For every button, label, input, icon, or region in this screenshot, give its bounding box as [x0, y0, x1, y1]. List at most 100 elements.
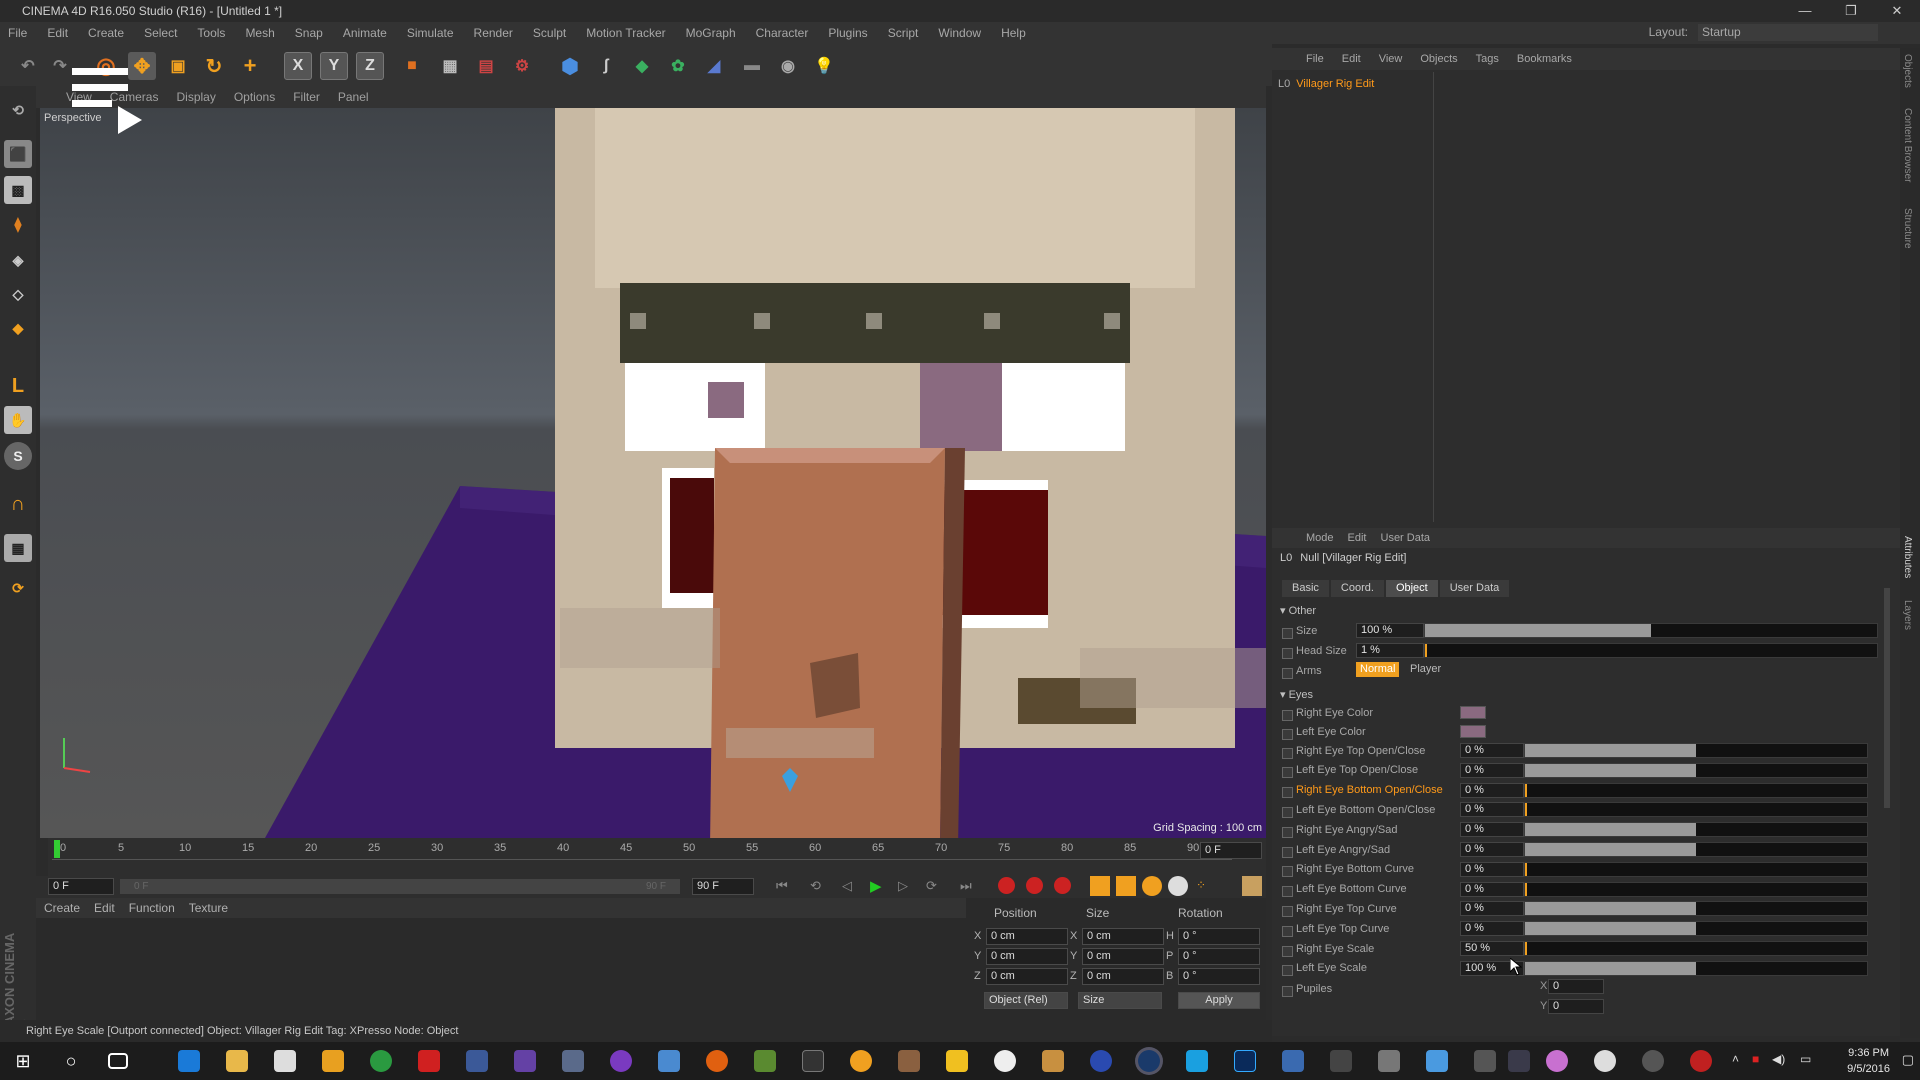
app-icon[interactable]: [850, 1050, 872, 1072]
tray-app-icon[interactable]: ■: [1752, 1052, 1759, 1066]
menu-help[interactable]: Help: [1001, 26, 1026, 40]
om-menu-edit[interactable]: Edit: [1342, 53, 1361, 65]
param-value-field[interactable]: 0 %: [1460, 861, 1524, 877]
param-slider[interactable]: [1524, 842, 1868, 857]
param-slider[interactable]: [1524, 901, 1868, 917]
material-menu-texture[interactable]: Texture: [189, 901, 228, 915]
head-size-slider[interactable]: [1424, 643, 1878, 658]
tab-basic[interactable]: Basic: [1282, 580, 1329, 597]
param-value-field[interactable]: 0 %: [1460, 842, 1524, 857]
go-to-start-icon[interactable]: ⏮: [776, 878, 788, 894]
menu-create[interactable]: Create: [88, 26, 124, 40]
attribute-scrollbar[interactable]: [1884, 588, 1890, 808]
menu-mesh[interactable]: Mesh: [245, 26, 274, 40]
position-y-field[interactable]: 0 cm: [986, 948, 1068, 965]
param-slider[interactable]: [1524, 861, 1868, 877]
viewport-menu-display[interactable]: Display: [176, 90, 215, 104]
twitch-icon[interactable]: [514, 1050, 536, 1072]
keyframe-selection-icon[interactable]: [1054, 877, 1071, 894]
tab-attributes[interactable]: Attributes: [1902, 536, 1913, 578]
lock-workplane-icon[interactable]: ▦: [4, 534, 32, 562]
size-z-field[interactable]: 0 cm: [1082, 968, 1164, 985]
am-menu-edit[interactable]: Edit: [1348, 532, 1367, 544]
tab-coord[interactable]: Coord.: [1330, 580, 1384, 597]
app-icon[interactable]: [1594, 1050, 1616, 1072]
menu-tools[interactable]: Tools: [197, 26, 225, 40]
youtube-icon[interactable]: [418, 1050, 440, 1072]
material-menu-edit[interactable]: Edit: [94, 901, 115, 915]
transform-icon[interactable]: +: [236, 52, 264, 80]
param-value-field[interactable]: 0 %: [1460, 901, 1524, 917]
chrome-icon[interactable]: [370, 1050, 392, 1072]
subdivision-surface-icon[interactable]: ◆: [628, 52, 656, 80]
store-icon[interactable]: [274, 1050, 296, 1072]
param-slider[interactable]: [1524, 743, 1868, 758]
am-menu-user-data[interactable]: User Data: [1381, 532, 1431, 544]
size-field[interactable]: 100 %: [1356, 623, 1424, 638]
app-icon[interactable]: [1474, 1050, 1496, 1072]
mail-icon[interactable]: [1282, 1050, 1304, 1072]
rotate-icon[interactable]: ↻: [200, 52, 228, 80]
menu-character[interactable]: Character: [756, 26, 809, 40]
windows-start-icon[interactable]: ⊞: [12, 1050, 34, 1072]
play-forward-icon[interactable]: ▶: [870, 877, 882, 895]
param-value-field[interactable]: 0 %: [1460, 802, 1524, 818]
itunes-icon[interactable]: [1546, 1050, 1568, 1072]
am-menu-mode[interactable]: Mode: [1306, 532, 1334, 544]
object-row-villager-rig[interactable]: L0 Villager Rig Edit: [1278, 76, 1428, 92]
workplane-icon[interactable]: ⧫: [4, 210, 32, 238]
menu-file[interactable]: File: [8, 26, 27, 40]
tab-structure[interactable]: Structure: [1902, 208, 1913, 249]
param-value-field[interactable]: 50 %: [1460, 941, 1524, 956]
menu-animate[interactable]: Animate: [343, 26, 387, 40]
app-icon[interactable]: [1090, 1050, 1112, 1072]
menu-motion-tracker[interactable]: Motion Tracker: [586, 26, 665, 40]
viewport-menu-filter[interactable]: Filter: [293, 90, 320, 104]
scale-icon[interactable]: ▣: [164, 52, 192, 80]
group-eyes-header[interactable]: ▾ Eyes: [1280, 688, 1313, 701]
material-menu-function[interactable]: Function: [129, 901, 175, 915]
task-view-icon[interactable]: [108, 1053, 128, 1069]
size-slider[interactable]: [1424, 623, 1878, 638]
param-slider[interactable]: [1524, 822, 1868, 838]
param-slider[interactable]: [1524, 881, 1868, 897]
param-slider[interactable]: [1524, 941, 1868, 956]
deformer-icon[interactable]: ◢: [700, 52, 728, 80]
pupil-x-field[interactable]: 0: [1548, 979, 1604, 994]
maximize-button[interactable]: ❐: [1828, 0, 1874, 22]
om-menu-view[interactable]: View: [1379, 53, 1403, 65]
axis-mode-icon[interactable]: L: [4, 372, 32, 400]
left-eye-color-swatch[interactable]: [1460, 725, 1486, 738]
menu-edit[interactable]: Edit: [47, 26, 68, 40]
position-z-field[interactable]: 0 cm: [986, 968, 1068, 985]
cloner-icon[interactable]: ✿: [664, 52, 692, 80]
texture-mode-icon[interactable]: ▩: [4, 176, 32, 204]
position-x-field[interactable]: 0 cm: [986, 928, 1068, 945]
timeline[interactable]: 0 5 10 15 20 25 30 35 40 45 50 55 60 65 …: [48, 838, 1266, 876]
snap-icon[interactable]: S: [4, 442, 32, 470]
param-slider[interactable]: [1524, 762, 1868, 778]
play-overlay-icon[interactable]: [118, 106, 142, 134]
undo-icon[interactable]: ↶: [14, 52, 42, 80]
pla-key-icon[interactable]: ⁘: [1196, 878, 1206, 892]
polygons-mode-icon[interactable]: ◆: [4, 314, 32, 342]
tab-layers[interactable]: Layers: [1902, 600, 1913, 630]
tray-chevron-icon[interactable]: ˄: [1732, 1052, 1739, 1066]
menu-window[interactable]: Window: [938, 26, 981, 40]
app-icon[interactable]: [1426, 1050, 1448, 1072]
app-icon[interactable]: [1642, 1050, 1664, 1072]
app-icon[interactable]: [898, 1050, 920, 1072]
firefox-icon[interactable]: [706, 1050, 728, 1072]
menu-select[interactable]: Select: [144, 26, 177, 40]
param-value-field[interactable]: 0 %: [1460, 921, 1524, 937]
points-mode-icon[interactable]: ◈: [4, 246, 32, 274]
magnet-icon[interactable]: ∩: [4, 490, 32, 518]
pupil-y-field[interactable]: 0: [1548, 999, 1604, 1014]
rotation-h-field[interactable]: 0 °: [1178, 928, 1260, 945]
render-settings-icon[interactable]: ⚙: [508, 52, 536, 80]
param-slider[interactable]: [1524, 921, 1868, 937]
param-slider[interactable]: [1524, 960, 1868, 976]
floor-icon[interactable]: ▬: [738, 52, 766, 80]
menu-snap[interactable]: Snap: [295, 26, 323, 40]
param-slider[interactable]: [1524, 802, 1868, 818]
